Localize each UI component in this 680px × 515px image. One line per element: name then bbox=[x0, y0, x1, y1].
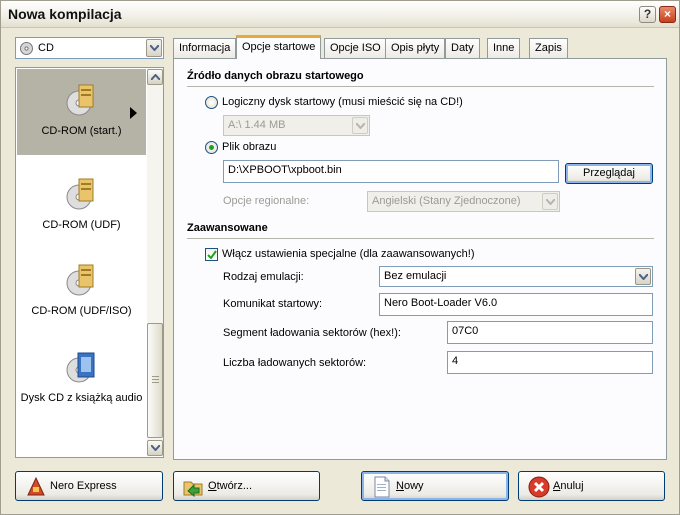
tab-opcje-startowe[interactable]: Opcje startowe bbox=[236, 35, 322, 59]
advanced-title: Zaawansowane bbox=[187, 222, 268, 234]
new-document-icon bbox=[374, 476, 390, 498]
tab-zapis[interactable]: Zapis bbox=[529, 38, 568, 58]
logical-drive-select[interactable]: A:\ 1.44 MB bbox=[223, 115, 370, 136]
image-path-field[interactable]: D:\XPBOOT\xpboot.bin bbox=[223, 160, 559, 183]
chevron-down-icon[interactable] bbox=[146, 39, 162, 57]
boot-message-label: Komunikat startowy: bbox=[223, 298, 323, 310]
tab-informacja[interactable]: Informacja bbox=[173, 38, 237, 58]
chevron-down-icon[interactable] bbox=[635, 268, 651, 285]
cancel-label: Anuluj bbox=[553, 480, 584, 492]
regional-options-label: Opcje regionalne: bbox=[223, 195, 310, 207]
title-bar[interactable]: Nowa kompilacja ? × bbox=[1, 1, 679, 28]
open-label: Otwórz... bbox=[208, 480, 253, 492]
category-scrollbar[interactable] bbox=[147, 69, 163, 456]
open-button[interactable]: Otwórz... bbox=[173, 471, 320, 501]
section-divider bbox=[187, 86, 654, 87]
new-label: Nowy bbox=[396, 480, 424, 492]
scroll-thumb[interactable] bbox=[147, 323, 163, 438]
image-file-label: Plik obrazu bbox=[222, 141, 277, 153]
regional-options-value: Angielski (Stany Zjednoczone) bbox=[372, 195, 521, 207]
nero-express-icon bbox=[27, 476, 45, 496]
boot-options-panel: Źródło danych obrazu startowego Logiczny… bbox=[173, 58, 667, 460]
category-label: CD-ROM (UDF/ISO) bbox=[31, 305, 132, 317]
tab-inne[interactable]: Inne bbox=[487, 38, 521, 58]
sector-count-label: Liczba ładowanych sektorów: bbox=[223, 357, 367, 369]
load-segment-input[interactable]: 07C0 bbox=[447, 321, 653, 344]
tab-daty[interactable]: Daty bbox=[445, 38, 480, 58]
cd-disc-icon bbox=[20, 42, 33, 55]
disc-type-value: CD bbox=[38, 42, 54, 54]
selected-arrow-icon bbox=[130, 107, 137, 119]
enable-advanced-label: Włącz ustawienia specjalne (dla zaawanso… bbox=[222, 248, 475, 260]
window-title: Nowa kompilacja bbox=[8, 6, 122, 22]
boot-message-input[interactable]: Nero Boot-Loader V6.0 bbox=[379, 293, 653, 316]
logical-drive-label: Logiczny dysk startowy (musi mieścić się… bbox=[222, 96, 463, 108]
logical-drive-value: A:\ 1.44 MB bbox=[228, 119, 286, 131]
tab-opcje-iso[interactable]: Opcje ISO bbox=[324, 38, 387, 58]
open-folder-icon bbox=[183, 481, 203, 498]
close-button[interactable]: × bbox=[659, 6, 676, 23]
scroll-up-button[interactable] bbox=[147, 69, 163, 85]
tab-opis-plyty[interactable]: Opis płyty bbox=[385, 38, 446, 58]
cd-rom-udf-iso-icon bbox=[66, 264, 94, 296]
cd-rom-boot-icon bbox=[66, 84, 94, 116]
compilation-type-list: CD-ROM (start.) CD-ROM (UDF) CD-ROM (UDF… bbox=[15, 67, 164, 458]
sector-count-input[interactable]: 4 bbox=[447, 351, 653, 374]
new-compilation-window: Nowa kompilacja ? × CD CD-ROM (start.) C… bbox=[0, 0, 680, 515]
boot-source-title: Źródło danych obrazu startowego bbox=[187, 70, 364, 82]
category-label: CD-ROM (start.) bbox=[41, 125, 122, 137]
cd-rom-udf-icon bbox=[66, 178, 94, 210]
chevron-down-icon bbox=[352, 117, 368, 134]
category-item-cd-rom-udf-iso[interactable]: CD-ROM (UDF/ISO) bbox=[17, 249, 146, 335]
category-item-cd-audiobook[interactable]: Dysk CD z książką audio bbox=[17, 336, 146, 422]
emulation-value: Bez emulacji bbox=[384, 270, 447, 282]
category-label: Dysk CD z książką audio bbox=[20, 392, 143, 404]
category-item-cd-rom-boot[interactable]: CD-ROM (start.) bbox=[17, 69, 146, 155]
load-segment-label: Segment ładowania sektorów (hex!): bbox=[223, 327, 401, 339]
emulation-label: Rodzaj emulacji: bbox=[223, 271, 304, 283]
chevron-down-icon bbox=[542, 193, 558, 210]
cancel-button[interactable]: Anuluj bbox=[518, 471, 665, 501]
browse-button[interactable]: Przeglądaj bbox=[565, 163, 653, 184]
scroll-down-button[interactable] bbox=[147, 440, 163, 456]
section-divider bbox=[187, 238, 654, 239]
cd-audiobook-icon bbox=[66, 352, 95, 383]
new-button[interactable]: Nowy bbox=[361, 471, 509, 501]
emulation-select[interactable]: Bez emulacji bbox=[379, 266, 653, 287]
image-file-radio[interactable] bbox=[205, 141, 218, 154]
nero-express-button[interactable]: Nero Express bbox=[15, 471, 163, 501]
enable-advanced-checkbox[interactable] bbox=[205, 248, 218, 261]
regional-options-select[interactable]: Angielski (Stany Zjednoczone) bbox=[367, 191, 560, 212]
category-label: CD-ROM (UDF) bbox=[42, 219, 121, 231]
nero-express-label: Nero Express bbox=[50, 480, 117, 492]
category-item-cd-rom-udf[interactable]: CD-ROM (UDF) bbox=[17, 163, 146, 249]
cancel-icon bbox=[528, 476, 550, 498]
logical-drive-radio[interactable] bbox=[205, 96, 218, 109]
help-button[interactable]: ? bbox=[639, 6, 656, 23]
disc-type-select[interactable]: CD bbox=[15, 37, 164, 59]
